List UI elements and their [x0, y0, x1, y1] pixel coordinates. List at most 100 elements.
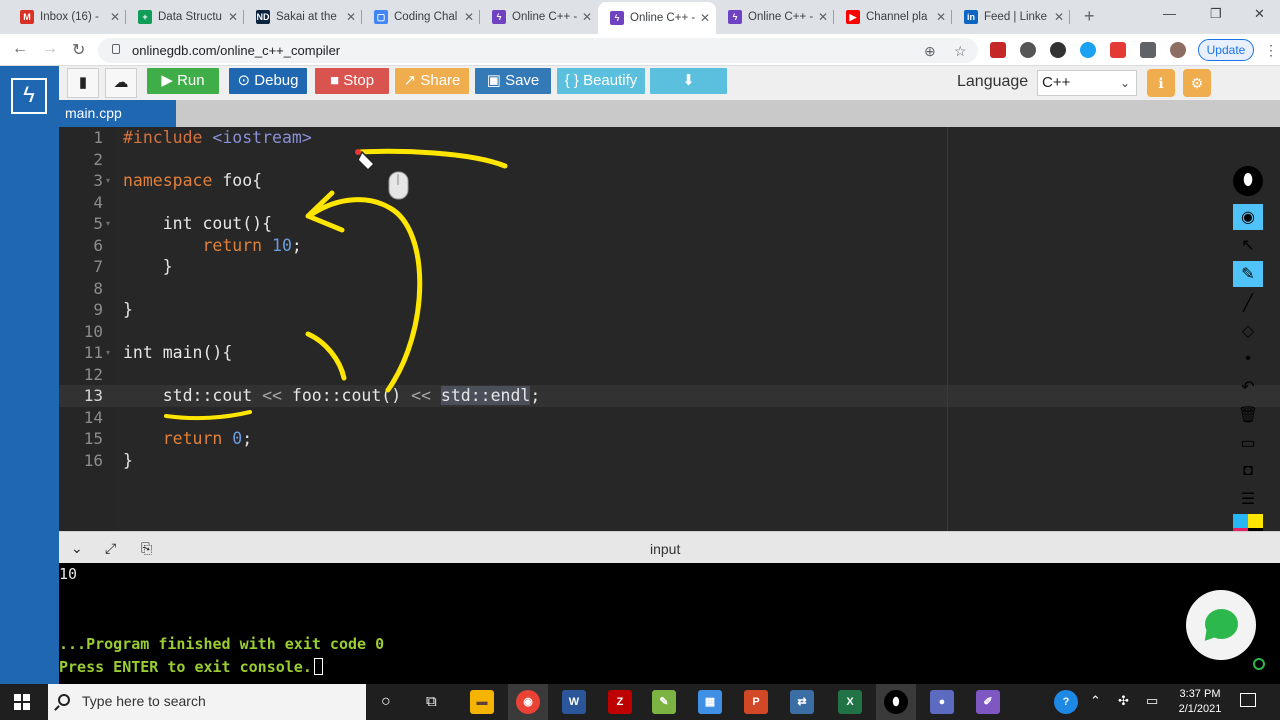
close-tab-icon[interactable]: ✕	[1054, 10, 1064, 24]
word-icon[interactable]: W	[562, 690, 586, 714]
fold-arrow-icon[interactable]: ▾	[106, 219, 110, 228]
filezilla-icon[interactable]: Z	[608, 690, 632, 714]
browser-tab[interactable]: M Inbox (16) - ✕	[8, 4, 126, 30]
chevron-up-icon[interactable]: ⌃	[1090, 693, 1101, 709]
fold-arrow-icon[interactable]: ▾	[106, 348, 110, 357]
record-extension-icon[interactable]	[1050, 42, 1066, 58]
back-icon[interactable]: ←	[12, 40, 28, 58]
language-select[interactable]: C++ ⌄	[1037, 70, 1137, 96]
close-tab-icon[interactable]: ✕	[700, 11, 710, 25]
cursor-arrow-icon[interactable]: ↖	[1233, 232, 1263, 258]
browser-tab[interactable]: ▢ Coding Chal ✕	[362, 4, 480, 30]
onlinegdb-logo-icon[interactable]: ϟ	[11, 78, 47, 114]
collapse-chevron-icon[interactable]: ⌄	[71, 540, 83, 557]
remote-desktop-icon[interactable]: ⇄	[790, 690, 814, 714]
dot-size-icon[interactable]: •	[1233, 346, 1263, 372]
system-clock[interactable]: 3:37 PM 2/1/2021	[1172, 687, 1228, 717]
profile-avatar[interactable]	[1170, 42, 1186, 58]
code-line: int cout(){	[123, 214, 273, 233]
network-icon[interactable]: ▭	[1146, 693, 1158, 709]
file-tab-main-cpp[interactable]: main.cpp	[59, 100, 176, 127]
info-icon[interactable]: ℹ	[1147, 69, 1175, 97]
address-bar[interactable]: onlinegdb.com/online_c++_compiler ⊕ ☆	[98, 38, 978, 63]
taskbar-search-box[interactable]: Type here to search	[48, 684, 366, 720]
camera-icon[interactable]: ◘	[1233, 458, 1263, 484]
run-button[interactable]: ▶ Run	[147, 68, 219, 94]
maximize-button[interactable]: ❐	[1210, 6, 1222, 22]
update-button[interactable]: Update	[1198, 39, 1254, 61]
forward-icon[interactable]: →	[42, 40, 58, 58]
browser-tab[interactable]: ϟ Online C++ - ✕	[716, 4, 834, 30]
debug-button[interactable]: ⊙ Debug	[229, 68, 307, 94]
search-icon	[58, 694, 70, 706]
share-button[interactable]: ↗ Share	[395, 68, 469, 94]
browser-tab[interactable]: ND Sakai at the ✕	[244, 4, 362, 30]
new-file-icon[interactable]: ▮	[67, 68, 99, 98]
chrome-icon[interactable]: ◉	[516, 690, 540, 714]
tp-extension-icon[interactable]	[1110, 42, 1126, 58]
ide-toolbar: ▮ ☁ ▶ Run ⊙ Debug ■ Stop ↗ Share ▣ Save …	[59, 66, 1280, 100]
highlighter-icon[interactable]: ✎	[1233, 261, 1263, 287]
console-output[interactable]: 10 ...Program finished with exit code 0 …	[59, 563, 1280, 684]
annotate-pen-logo-icon[interactable]: ⬮	[1233, 166, 1263, 196]
console-cursor	[313, 658, 323, 675]
powerpoint-icon[interactable]: P	[744, 690, 768, 714]
zoom-icon[interactable]: ⊕	[924, 43, 936, 60]
windows-start-icon[interactable]	[14, 694, 30, 710]
browser-tab[interactable]: ϟ Online C++ - ✕	[598, 2, 716, 34]
trash-icon[interactable]: 🗑	[1233, 402, 1263, 428]
network-extension-icon[interactable]: ✣	[1118, 693, 1129, 709]
tab-title: Online C++ -	[630, 12, 696, 24]
close-tab-icon[interactable]: ✕	[818, 10, 828, 24]
chat-button[interactable]	[1186, 590, 1256, 660]
close-tab-icon[interactable]: ✕	[228, 10, 238, 24]
annotate-pen-icon[interactable]: ⬮	[884, 690, 908, 714]
browser-tab[interactable]: ϟ Online C++ - ✕	[480, 4, 598, 30]
upload-icon[interactable]: ☁	[105, 68, 137, 98]
notepad-plus-plus-icon[interactable]: ✎	[652, 690, 676, 714]
browser-tab[interactable]: + Data Structu ✕	[126, 4, 244, 30]
save-button[interactable]: ▣ Save	[475, 68, 551, 94]
gear-icon[interactable]: ⚙	[1183, 69, 1211, 97]
skype-extension-icon[interactable]	[1080, 42, 1096, 58]
tab-title: Online C++ -	[748, 11, 814, 23]
screen-recorder-icon[interactable]: ●	[930, 690, 954, 714]
download-button[interactable]: ⬇	[650, 68, 727, 94]
extensions-puzzle-icon[interactable]	[1140, 42, 1156, 58]
new-tab-button[interactable]: +	[1084, 6, 1095, 27]
menu-kebab-icon[interactable]: ⋮	[1264, 42, 1278, 59]
help-icon[interactable]: ?	[1054, 690, 1078, 714]
task-view-icon[interactable]: ⧉	[426, 693, 437, 710]
reload-icon[interactable]: ↻	[72, 40, 85, 60]
file-explorer-icon[interactable]: ▬	[470, 690, 494, 714]
pen-app-icon[interactable]: ✐	[976, 690, 1000, 714]
pdf-extension-icon[interactable]	[990, 42, 1006, 58]
sync-extension-icon[interactable]	[1020, 42, 1036, 58]
fold-arrow-icon[interactable]: ▾	[106, 176, 110, 185]
cortana-icon[interactable]: ○	[381, 693, 391, 711]
expand-icon[interactable]: ⤢	[105, 540, 116, 557]
close-window-button[interactable]: ✕	[1254, 6, 1265, 22]
copy-output-icon[interactable]: ⎘	[141, 540, 152, 557]
close-tab-icon[interactable]: ✕	[582, 10, 592, 24]
whiteboard-icon[interactable]: ▭	[1233, 430, 1263, 456]
minimize-button[interactable]: —	[1163, 6, 1176, 21]
beautify-button[interactable]: { } Beautify	[557, 68, 645, 94]
browser-tab[interactable]: in Feed | Linke ✕	[952, 4, 1070, 30]
undo-icon[interactable]: ↶	[1233, 374, 1263, 400]
close-tab-icon[interactable]: ✕	[346, 10, 356, 24]
excel-icon[interactable]: X	[838, 690, 862, 714]
pen-icon[interactable]: ╱	[1233, 290, 1263, 316]
stop-button[interactable]: ■ Stop	[315, 68, 389, 94]
notifications-icon[interactable]	[1240, 693, 1256, 707]
bookmark-star-icon[interactable]: ☆	[954, 43, 967, 60]
browser-tab[interactable]: ▶ Channel pla ✕	[834, 4, 952, 30]
eye-icon[interactable]: ◉	[1233, 204, 1263, 230]
close-tab-icon[interactable]: ✕	[936, 10, 946, 24]
calculator-icon[interactable]: ▦	[698, 690, 722, 714]
close-tab-icon[interactable]: ✕	[464, 10, 474, 24]
code-editor[interactable]: 1 #include <iostream> 2 3 ▾ namespace foo{4 5 ▾…	[59, 127, 1280, 531]
eraser-icon[interactable]: ◇	[1233, 318, 1263, 344]
close-tab-icon[interactable]: ✕	[110, 10, 120, 24]
clipboard-icon[interactable]: ☰	[1233, 486, 1263, 512]
